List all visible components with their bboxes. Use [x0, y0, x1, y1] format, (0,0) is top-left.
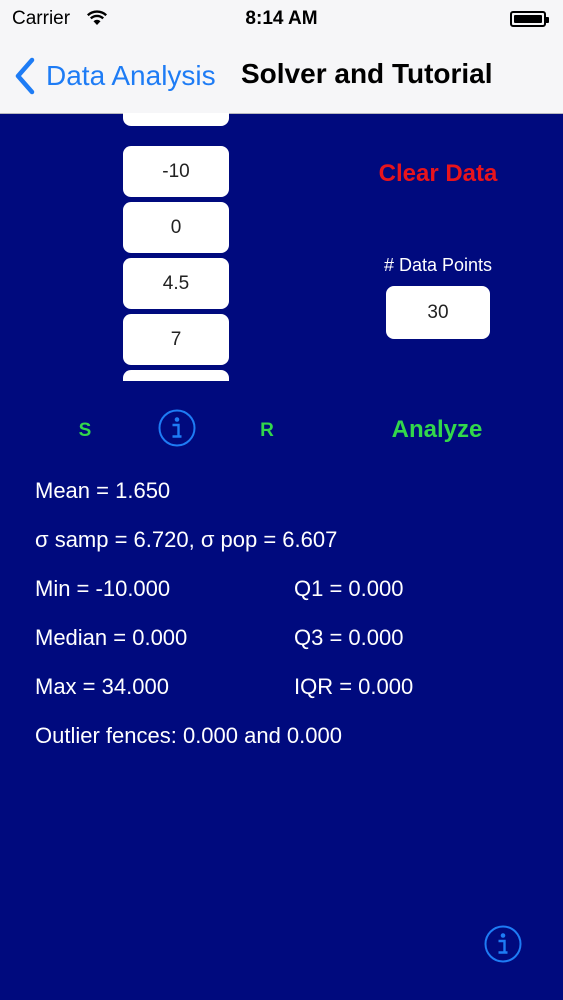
data-cell[interactable]: 7 [123, 314, 229, 365]
status-time: 8:14 AM [245, 8, 318, 29]
outlier-fences-result: Outlier fences: 0.000 and 0.000 [35, 723, 342, 748]
data-cell[interactable]: -10 [123, 146, 229, 197]
info-icon-bottom[interactable] [484, 925, 522, 963]
mean-result: Mean = 1.650 [35, 478, 171, 503]
sigma-result: σ samp = 6.720, σ pop = 6.607 [35, 527, 338, 552]
data-points-field[interactable]: 30 [386, 286, 490, 339]
top-bar: Carrier 8:14 AM Data Analysis Solver and… [0, 0, 563, 114]
data-points-label: # Data Points [383, 255, 493, 275]
status-bar: Carrier 8:14 AM [0, 0, 563, 38]
iqr-result: IQR = 0.000 [294, 674, 414, 699]
battery-icon [510, 11, 549, 27]
median-result: Median = 0.000 [35, 625, 188, 650]
back-label: Data Analysis [46, 60, 216, 91]
info-icon[interactable] [158, 409, 196, 447]
s-button[interactable]: S [70, 420, 100, 442]
back-button[interactable]: Data Analysis [12, 54, 216, 98]
data-cell[interactable]: 0 [123, 202, 229, 253]
q3-result: Q3 = 0.000 [294, 625, 404, 650]
page-title: Solver and Tutorial [241, 58, 493, 89]
data-cell-partial-bottom[interactable] [123, 370, 229, 381]
min-result: Min = -10.000 [35, 576, 171, 601]
data-cell[interactable]: 4.5 [123, 258, 229, 309]
r-button[interactable]: R [252, 420, 282, 442]
analyze-button[interactable]: Analyze [352, 416, 522, 444]
back-chevron-icon [15, 57, 35, 95]
max-result: Max = 34.000 [35, 674, 169, 699]
q1-result: Q1 = 0.000 [294, 576, 404, 601]
data-cell-partial-top[interactable] [123, 113, 229, 126]
clear-data-button[interactable]: Clear Data [353, 160, 523, 188]
data-entry-list[interactable]: -10 0 4.5 7 [123, 113, 229, 381]
